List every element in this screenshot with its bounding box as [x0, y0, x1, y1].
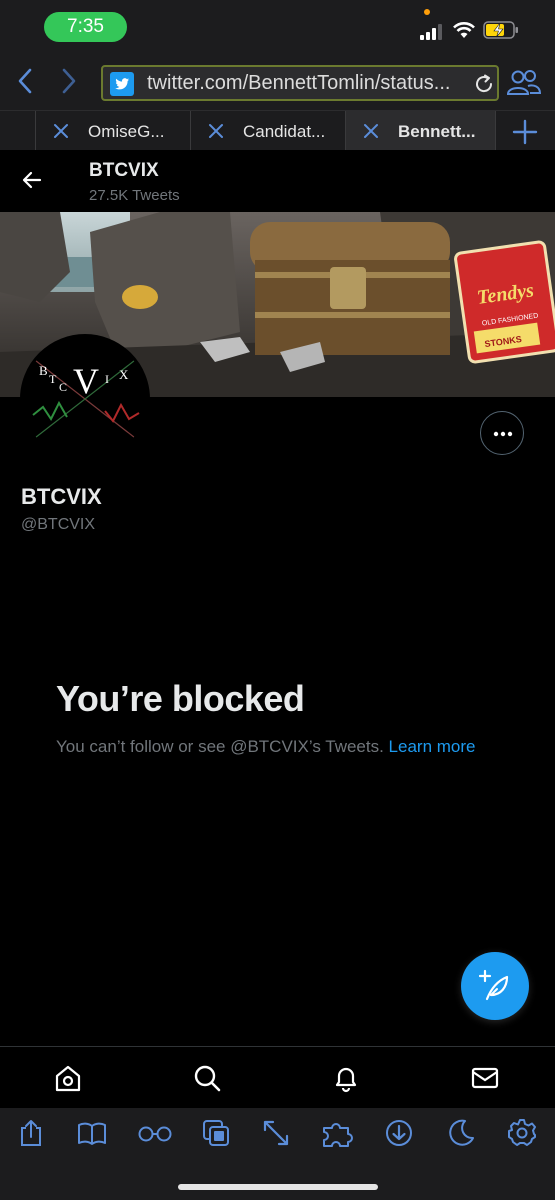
- status-bar: 7:35: [0, 0, 555, 52]
- tab-label: Bennett...: [398, 122, 476, 141]
- home-icon[interactable]: [53, 1063, 83, 1093]
- avatar-letter: X: [119, 367, 129, 382]
- new-tab-icon[interactable]: [512, 119, 538, 145]
- fullscreen-icon[interactable]: [261, 1118, 291, 1148]
- share-icon[interactable]: [16, 1118, 46, 1148]
- mic-indicator-icon: [424, 9, 430, 15]
- downloads-icon[interactable]: [384, 1118, 414, 1148]
- profile-display-name: BTCVIX: [21, 484, 102, 509]
- profile-top-header: BTCVIX 27.5K Tweets: [0, 150, 555, 212]
- reload-icon[interactable]: [473, 73, 495, 95]
- browser-toolbar: twitter.com/BennettTomlin/status...: [0, 52, 555, 110]
- search-icon[interactable]: [192, 1063, 222, 1093]
- status-time: 7:35: [44, 12, 127, 42]
- more-dots-icon: [493, 431, 513, 437]
- header-display-name: BTCVIX: [89, 160, 159, 181]
- back-arrow-icon[interactable]: [20, 168, 44, 192]
- browser-back-icon[interactable]: [12, 66, 38, 96]
- people-icon[interactable]: [506, 68, 542, 96]
- tab-strip: OmiseG... Candidat... Bennett...: [0, 110, 555, 151]
- tab-label: OmiseG...: [88, 122, 165, 141]
- browser-forward-icon[interactable]: [56, 66, 82, 96]
- notifications-icon[interactable]: [331, 1063, 361, 1093]
- settings-icon[interactable]: [507, 1118, 537, 1148]
- avatar-image: B T C V I X: [23, 337, 147, 461]
- battery-charging-icon: [483, 21, 518, 39]
- close-tab-icon[interactable]: [52, 122, 70, 140]
- close-tab-icon[interactable]: [362, 122, 380, 140]
- close-tab-icon[interactable]: [207, 122, 225, 140]
- extensions-icon[interactable]: [320, 1118, 356, 1148]
- avatar-letter: I: [105, 372, 109, 386]
- avatar-letter: B: [39, 363, 48, 378]
- blocked-message-text: You can’t follow or see @BTCVIX’s Tweets…: [56, 737, 389, 756]
- twitter-bottom-nav: [0, 1046, 555, 1108]
- avatar-letter: T: [49, 372, 57, 386]
- wifi-icon: [453, 22, 475, 38]
- compose-tweet-button[interactable]: [461, 952, 529, 1020]
- avatar-letter: V: [73, 361, 99, 401]
- profile-handle: @BTCVIX: [21, 516, 96, 533]
- tab-switcher-icon[interactable]: [201, 1118, 231, 1148]
- tab-label: Candidat...: [243, 122, 326, 141]
- tab-item-active[interactable]: Bennett...: [346, 111, 496, 151]
- learn-more-link[interactable]: Learn more: [389, 737, 476, 756]
- profile-avatar[interactable]: B T C V I X: [20, 334, 150, 464]
- twitter-favicon-icon: [110, 72, 134, 96]
- messages-icon[interactable]: [470, 1063, 500, 1093]
- more-options-button[interactable]: [480, 411, 524, 455]
- tab-item[interactable]: OmiseG...: [36, 111, 191, 151]
- compose-feather-icon: [479, 969, 509, 1001]
- tab-item[interactable]: Candidat...: [191, 111, 346, 151]
- tab-item[interactable]: [0, 111, 36, 151]
- bookmarks-icon[interactable]: [77, 1118, 107, 1148]
- header-tweet-count: 27.5K Tweets: [89, 187, 180, 204]
- url-text: twitter.com/BennettTomlin/status...: [147, 72, 451, 94]
- address-bar[interactable]: twitter.com/BennettTomlin/status...: [101, 65, 499, 101]
- cellular-signal-icon: [420, 24, 442, 40]
- blocked-title: You’re blocked: [56, 678, 305, 719]
- avatar-letter: C: [59, 380, 67, 394]
- reading-list-icon[interactable]: [137, 1118, 173, 1148]
- blocked-message: You can’t follow or see @BTCVIX’s Tweets…: [56, 734, 496, 759]
- dark-mode-icon[interactable]: [446, 1118, 476, 1148]
- home-indicator[interactable]: [178, 1184, 378, 1190]
